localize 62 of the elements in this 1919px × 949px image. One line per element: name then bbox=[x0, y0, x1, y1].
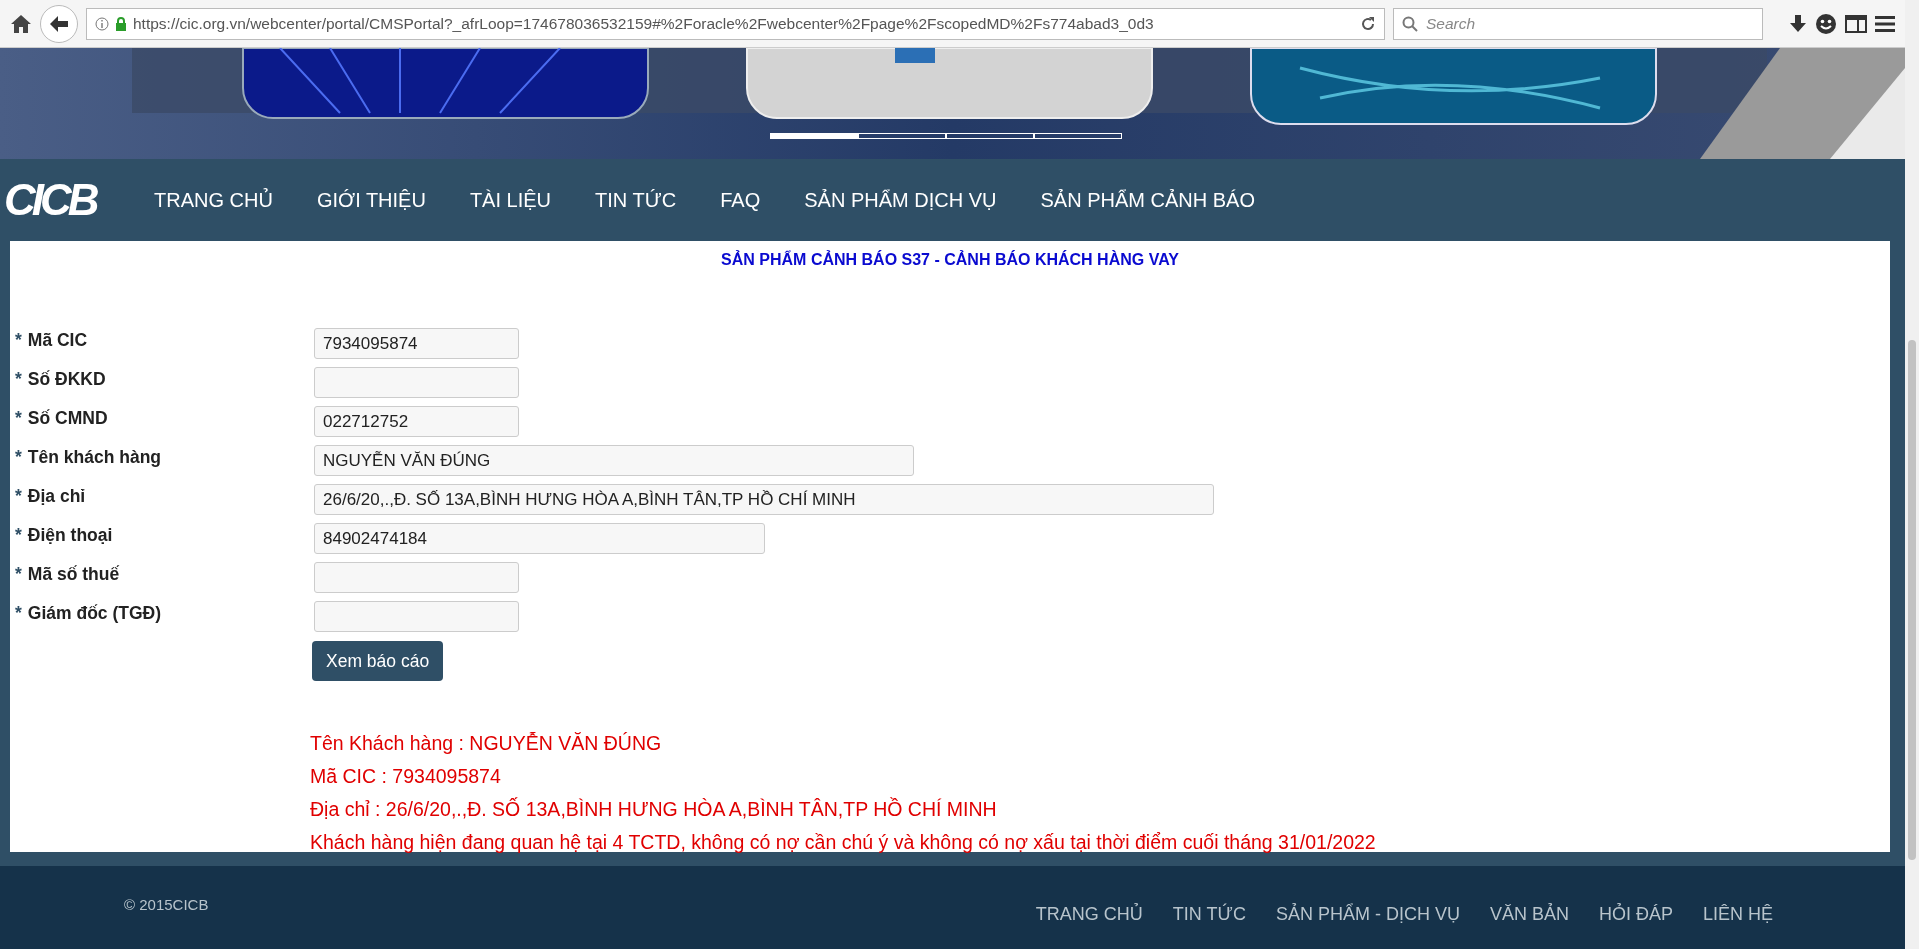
back-arrow-icon bbox=[49, 14, 69, 33]
input-field[interactable]: 84902474184 bbox=[314, 523, 765, 554]
input-field[interactable] bbox=[314, 601, 519, 632]
input-field[interactable]: 7934095874 bbox=[314, 328, 519, 359]
address-bar[interactable]: https://cic.org.vn/webcenter/portal/CMSPortal?_afrLoop=174678036532159#%2Foracle%2Fwebcenter%2Fpage%2FscopedMD%2Fs774abad3_0d3 bbox=[86, 7, 1385, 40]
field-label: Địa chỉ bbox=[27, 486, 86, 507]
search-field[interactable]: Search bbox=[1393, 7, 1763, 40]
footer-link[interactable]: SẢN PHẨM - DỊCH VỤ bbox=[1275, 904, 1460, 949]
copyright-text: © 2015CICB bbox=[124, 896, 210, 915]
scrollbar[interactable] bbox=[1905, 0, 1919, 949]
field-label: Số CMND bbox=[27, 408, 108, 429]
result-text: Địa chỉ : 26/6/20,.,Đ. SỐ 13A,BÌNH HƯNG HÒA A,BÌNH TÂN,TP HỒ CHÍ MINH bbox=[310, 796, 998, 822]
footer-link[interactable]: HỎI ĐÁP bbox=[1598, 904, 1673, 949]
footer-link[interactable]: VĂN BẢN bbox=[1489, 904, 1569, 949]
field-label: Mã CIC bbox=[27, 330, 88, 351]
slide-indicator[interactable] bbox=[946, 133, 1034, 139]
sidebar-icon[interactable] bbox=[1845, 14, 1867, 33]
field-label: Mã số thuế bbox=[27, 564, 120, 585]
slide-indicator[interactable] bbox=[858, 133, 946, 139]
required-mark: * bbox=[15, 486, 22, 507]
input-field[interactable]: 022712752 bbox=[314, 406, 519, 437]
required-mark: * bbox=[15, 564, 22, 585]
smiley-icon[interactable] bbox=[1815, 12, 1837, 35]
input-field[interactable] bbox=[314, 367, 519, 398]
nav-link[interactable]: TÀI LIỆU bbox=[469, 188, 552, 212]
menu-icon[interactable] bbox=[1875, 14, 1895, 33]
slide-indicator[interactable] bbox=[1034, 133, 1122, 139]
field-label: Tên khách hàng bbox=[27, 447, 162, 468]
result-text: Mã CIC : 7934095874 bbox=[310, 764, 502, 789]
result-text: Khách hàng hiện đang quan hệ tại 4 TCTD, không có nợ cần chú ý và không có nợ xấu tại thời điểm cuối tháng 31/01/2022 bbox=[310, 830, 1377, 855]
nav-link[interactable]: SẢN PHẨM CẢNH BÁO bbox=[1040, 188, 1255, 212]
required-mark: * bbox=[15, 330, 22, 351]
required-mark: * bbox=[15, 525, 22, 546]
home-icon[interactable] bbox=[10, 13, 32, 34]
field-label: Giám đốc (TGĐ) bbox=[27, 603, 161, 624]
field-label: Số ĐKKD bbox=[27, 369, 106, 390]
required-mark: * bbox=[15, 369, 22, 390]
reload-icon[interactable] bbox=[1360, 15, 1376, 32]
url-text: https://cic.org.vn/webcenter/portal/CMSPortal?_afrLoop=174678036532159#%2Foracle%2Fwebcenter%2Fpage%2FscopedMD%2Fs774abad3_0d3 bbox=[133, 14, 1155, 33]
required-mark: * bbox=[15, 447, 22, 468]
logo[interactable]: CICB bbox=[4, 175, 154, 225]
nav-link[interactable]: TIN TỨC bbox=[595, 188, 677, 212]
input-field[interactable]: NGUYỄN VĂN ĐÚNG bbox=[314, 445, 914, 476]
field-label: Điện thoại bbox=[27, 525, 113, 546]
footer-link[interactable]: TIN TỨC bbox=[1172, 904, 1246, 949]
required-mark: * bbox=[15, 408, 22, 429]
footer-link[interactable]: TRANG CHỦ bbox=[1035, 904, 1143, 949]
required-mark: * bbox=[15, 603, 22, 624]
result-text: Tên Khách hàng : NGUYỄN VĂN ĐÚNG bbox=[310, 731, 663, 756]
input-field[interactable] bbox=[314, 562, 519, 593]
nav-link[interactable]: TRANG CHỦ bbox=[154, 188, 273, 212]
page-title: SẢN PHẨM CẢNH BÁO S37 - CẢNH BÁO KHÁCH HÀNG VAY bbox=[720, 251, 1180, 269]
lock-icon bbox=[115, 16, 127, 31]
nav-link[interactable]: GIỚI THIỆU bbox=[316, 188, 426, 212]
footer-link[interactable]: LIÊN HỆ bbox=[1702, 904, 1773, 949]
nav-link[interactable]: SẢN PHẨM DỊCH VỤ bbox=[804, 188, 997, 212]
input-field[interactable]: 26/6/20,.,Đ. SỐ 13A,BÌNH HƯNG HÒA A,BÌNH TÂN,TP HỒ CHÍ MINH bbox=[314, 484, 1214, 515]
info-icon bbox=[95, 16, 109, 31]
view-report-button[interactable]: Xem báo cáo bbox=[312, 641, 444, 681]
back-button[interactable] bbox=[40, 4, 78, 43]
download-icon[interactable] bbox=[1789, 13, 1807, 34]
nav-link[interactable]: FAQ bbox=[720, 188, 761, 212]
